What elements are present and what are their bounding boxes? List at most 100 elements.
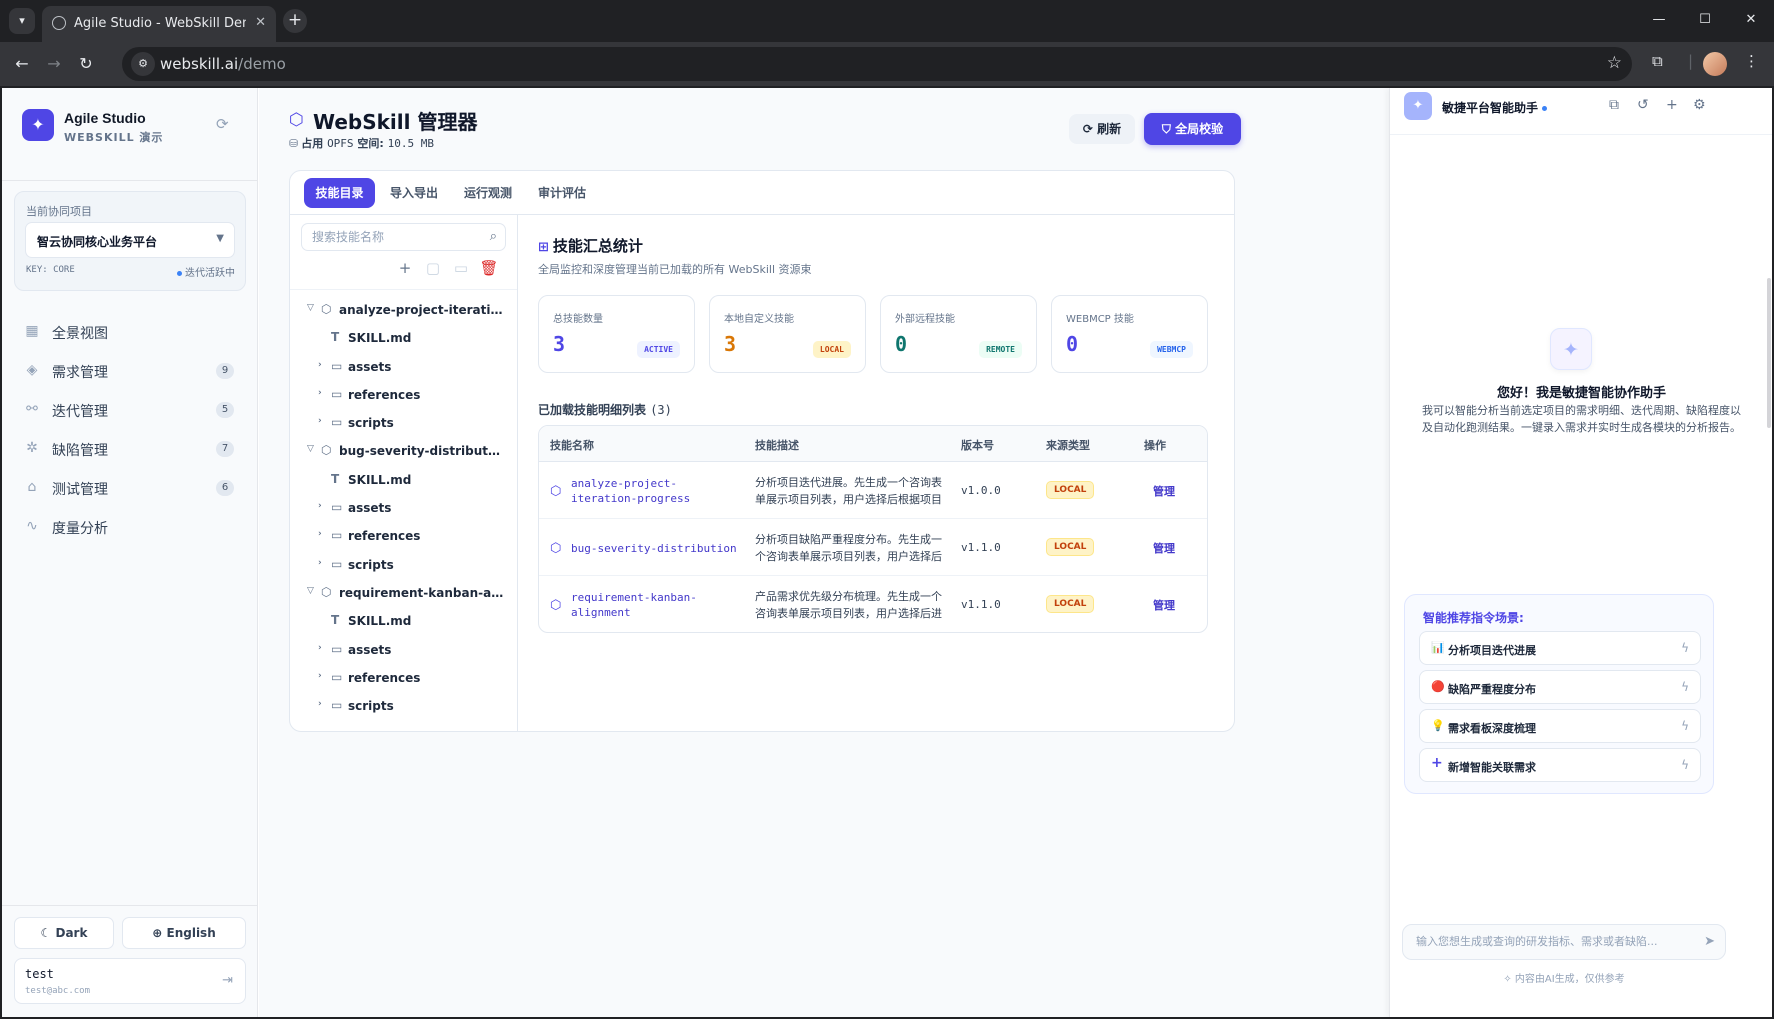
- manage-link[interactable]: 管理: [1153, 540, 1175, 556]
- folder-icon: ▭: [331, 669, 343, 684]
- add-icon[interactable]: +: [395, 259, 415, 277]
- new-tab-button[interactable]: +: [283, 9, 307, 33]
- layout-icon[interactable]: ⧉: [1609, 97, 1619, 113]
- send-icon[interactable]: ➤: [1704, 934, 1715, 949]
- sidebar-nav: ▦ 全景视图 ◈ 需求管理 9 ⚯ 迭代管理 5 ✲ 缺陷管理 7 ⌂ 测试管理: [14, 313, 246, 547]
- new-file-icon[interactable]: ▢: [423, 259, 443, 277]
- list-title-text: 已加载技能明细列表: [538, 403, 647, 417]
- search-icon[interactable]: ⌕: [490, 229, 497, 244]
- tab-search-chevron-icon[interactable]: ▾: [9, 8, 35, 34]
- table-row: ⬡ requirement-kanban-alignment 产品需求优先级分布…: [539, 576, 1207, 632]
- manage-link[interactable]: 管理: [1153, 483, 1175, 499]
- sync-icon[interactable]: ⟳: [216, 115, 234, 133]
- refresh-button[interactable]: ⟳ 刷新: [1069, 114, 1135, 144]
- tab-import-export[interactable]: 导入导出: [382, 178, 446, 208]
- suggestion-label: 新增智能关联需求: [1448, 761, 1536, 774]
- forward-arrow-icon[interactable]: →: [42, 52, 66, 76]
- skill-name-link[interactable]: analyze-project-iteration-progress: [571, 476, 741, 506]
- tab-skill-catalog[interactable]: 技能目录: [304, 178, 375, 208]
- maximize-icon[interactable]: ☐: [1682, 0, 1728, 40]
- cube-icon: ⬡: [289, 110, 304, 130]
- skill-name-link[interactable]: bug-severity-distribution: [571, 541, 741, 556]
- trash-icon[interactable]: 🗑: [479, 259, 499, 277]
- sidebar-item-bugs[interactable]: ✲ 缺陷管理 7: [14, 430, 246, 469]
- cube-icon: ⬡: [321, 443, 332, 458]
- url-path: /demo: [238, 55, 286, 73]
- settings-sliders-icon[interactable]: ⚙: [1693, 97, 1706, 113]
- sidebar-item-label: 缺陷管理: [52, 443, 108, 459]
- suggestion-item[interactable]: 🔴 缺陷严重程度分布 ϟ: [1419, 670, 1701, 704]
- suggestion-item[interactable]: + 新增智能关联需求 ϟ: [1419, 748, 1701, 782]
- plus-icon: +: [1431, 755, 1443, 771]
- caret-down-icon: ▼: [216, 233, 224, 244]
- window-close-icon[interactable]: ✕: [1728, 0, 1774, 40]
- browser-tab-strip: ▾ Agile Studio - WebSkill Demo ✕ + — ☐ ✕: [0, 0, 1774, 42]
- suggestion-item[interactable]: 📊 分析项目迭代进展 ϟ: [1419, 631, 1701, 665]
- language-button[interactable]: ⊕ English: [122, 917, 246, 949]
- col-header-name: 技能名称: [550, 439, 594, 452]
- logout-icon[interactable]: ⇥: [222, 973, 233, 988]
- address-bar[interactable]: ⚙ webskill.ai/demo ☆: [122, 47, 1632, 81]
- chart-icon: 📊: [1431, 641, 1445, 654]
- minimize-icon[interactable]: —: [1636, 0, 1682, 40]
- tree-folder-node[interactable]: › ▭ scripts: [290, 693, 517, 721]
- scrollbar[interactable]: [1767, 278, 1771, 428]
- tree-file-node[interactable]: T SKILL.md: [290, 608, 517, 636]
- browser-tab[interactable]: Agile Studio - WebSkill Demo ✕: [42, 6, 276, 42]
- tree-folder-node[interactable]: › ▭ scripts: [290, 552, 517, 580]
- dark-mode-button[interactable]: ☾ Dark: [14, 917, 114, 949]
- tree-folder-node[interactable]: › ▭ assets: [290, 354, 517, 382]
- close-tab-icon[interactable]: ✕: [255, 15, 266, 30]
- new-folder-icon[interactable]: ▭: [451, 259, 471, 277]
- sidebar-item-tests[interactable]: ⌂ 测试管理 6: [14, 469, 246, 508]
- storage-label: 占用: [301, 137, 324, 150]
- reload-icon[interactable]: ↻: [74, 52, 98, 76]
- tree-node-label: requirement-kanban-alignment: [339, 585, 504, 600]
- global-verify-button[interactable]: ⛉ 全局校验: [1144, 113, 1241, 145]
- sidebar-item-requirements[interactable]: ◈ 需求管理 9: [14, 352, 246, 391]
- tree-folder-node[interactable]: › ▭ scripts: [290, 410, 517, 438]
- chevron-down-icon: ▽: [307, 444, 314, 455]
- skill-search-input[interactable]: [312, 230, 472, 244]
- red-dot-icon: 🔴: [1431, 680, 1445, 693]
- tree-folder-node[interactable]: › ▭ assets: [290, 637, 517, 665]
- new-chat-icon[interactable]: +: [1666, 97, 1678, 113]
- profile-avatar[interactable]: [1703, 52, 1727, 76]
- assistant-greeting: 您好！我是敏捷智能协作助手: [1496, 386, 1666, 401]
- skill-name-link[interactable]: requirement-kanban-alignment: [571, 590, 741, 620]
- tree-folder-node[interactable]: › ▭ assets: [290, 495, 517, 523]
- bookmark-star-icon[interactable]: ☆: [1607, 53, 1622, 73]
- stat-card-value: 3: [553, 332, 566, 356]
- activity-icon: ∿: [26, 518, 38, 534]
- stat-card-value: 3: [724, 332, 737, 356]
- project-select[interactable]: 智云协同核心业务平台 ▼: [25, 222, 235, 258]
- skill-description: 分析项目缺陷严重程度分布。先生成一个咨询表单展示项目列表，用户选择后进行分析: [755, 533, 942, 563]
- tree-skill-node[interactable]: ▽ ⬡ analyze-project-iteration-progress: [290, 297, 517, 325]
- chat-input[interactable]: [1416, 935, 1686, 948]
- sidebar-item-metrics[interactable]: ∿ 度量分析: [14, 508, 246, 547]
- user-name: test: [25, 967, 54, 981]
- col-header-desc: 技能描述: [755, 439, 799, 452]
- manage-link[interactable]: 管理: [1153, 597, 1175, 613]
- browser-menu-icon[interactable]: ⋮: [1744, 52, 1759, 70]
- storage-usage: ⛁ 占用 OPFS 空间: 10.5 MB: [289, 135, 434, 151]
- skill-search: ⌕: [301, 223, 506, 251]
- suggestion-item[interactable]: 💡 需求看板深度梳理 ϟ: [1419, 709, 1701, 743]
- site-info-icon[interactable]: ⚙: [131, 52, 155, 76]
- storage-space-label: 空间:: [357, 137, 384, 150]
- back-arrow-icon[interactable]: ←: [10, 52, 34, 76]
- tab-runtime-observe[interactable]: 运行观测: [456, 178, 520, 208]
- tree-skill-node[interactable]: ▽ ⬡ bug-severity-distribution: [290, 438, 517, 466]
- sidebar-item-overview[interactable]: ▦ 全景视图: [14, 313, 246, 352]
- tree-folder-node[interactable]: › ▭ references: [290, 523, 517, 551]
- history-icon[interactable]: ↺: [1637, 97, 1649, 113]
- tab-audit[interactable]: 审计评估: [530, 178, 594, 208]
- tree-file-node[interactable]: T SKILL.md: [290, 467, 517, 495]
- tree-skill-node[interactable]: ▽ ⬡ requirement-kanban-alignment: [290, 580, 517, 608]
- tree-folder-node[interactable]: › ▭ references: [290, 382, 517, 410]
- extensions-icon[interactable]: ⧉: [1652, 52, 1663, 70]
- sidebar-item-iterations[interactable]: ⚯ 迭代管理 5: [14, 391, 246, 430]
- tree-folder-node[interactable]: › ▭ references: [290, 665, 517, 693]
- tree-file-node[interactable]: T SKILL.md: [290, 325, 517, 353]
- cube-icon: ⬡: [321, 302, 332, 316]
